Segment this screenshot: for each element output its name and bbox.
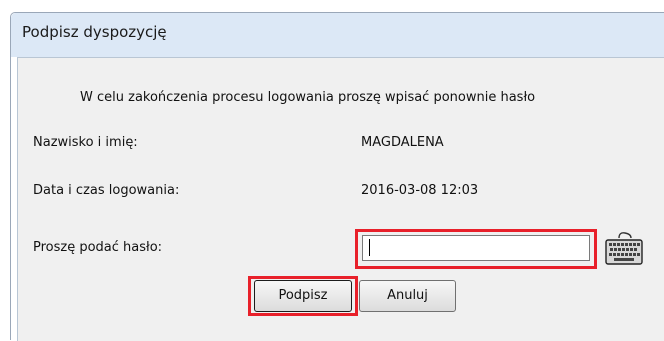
text-caret [369,239,370,256]
password-label: Proszę podać hasło: [33,240,163,255]
login-date-value: 2016-03-08 12:03 [361,183,479,198]
login-date-label: Data i czas logowania: [33,183,180,198]
dialog-window: Podpisz dyspozycję W celu zakończenia pr… [10,12,664,341]
instruction-text: W celu zakończenia procesu logowania pro… [80,90,536,105]
window-title: Podpisz dyspozycję [22,23,167,41]
cancel-button[interactable]: Anuluj [359,280,456,312]
name-value: MAGDALENA [361,135,444,150]
keyboard-icon[interactable] [603,229,645,267]
title-bar[interactable]: Podpisz dyspozycję [11,13,664,57]
dialog-body: W celu zakończenia procesu logowania pro… [17,57,664,341]
name-label: Nazwisko i imię: [33,135,138,150]
sign-button[interactable]: Podpisz [254,280,352,312]
password-input[interactable] [362,235,590,261]
